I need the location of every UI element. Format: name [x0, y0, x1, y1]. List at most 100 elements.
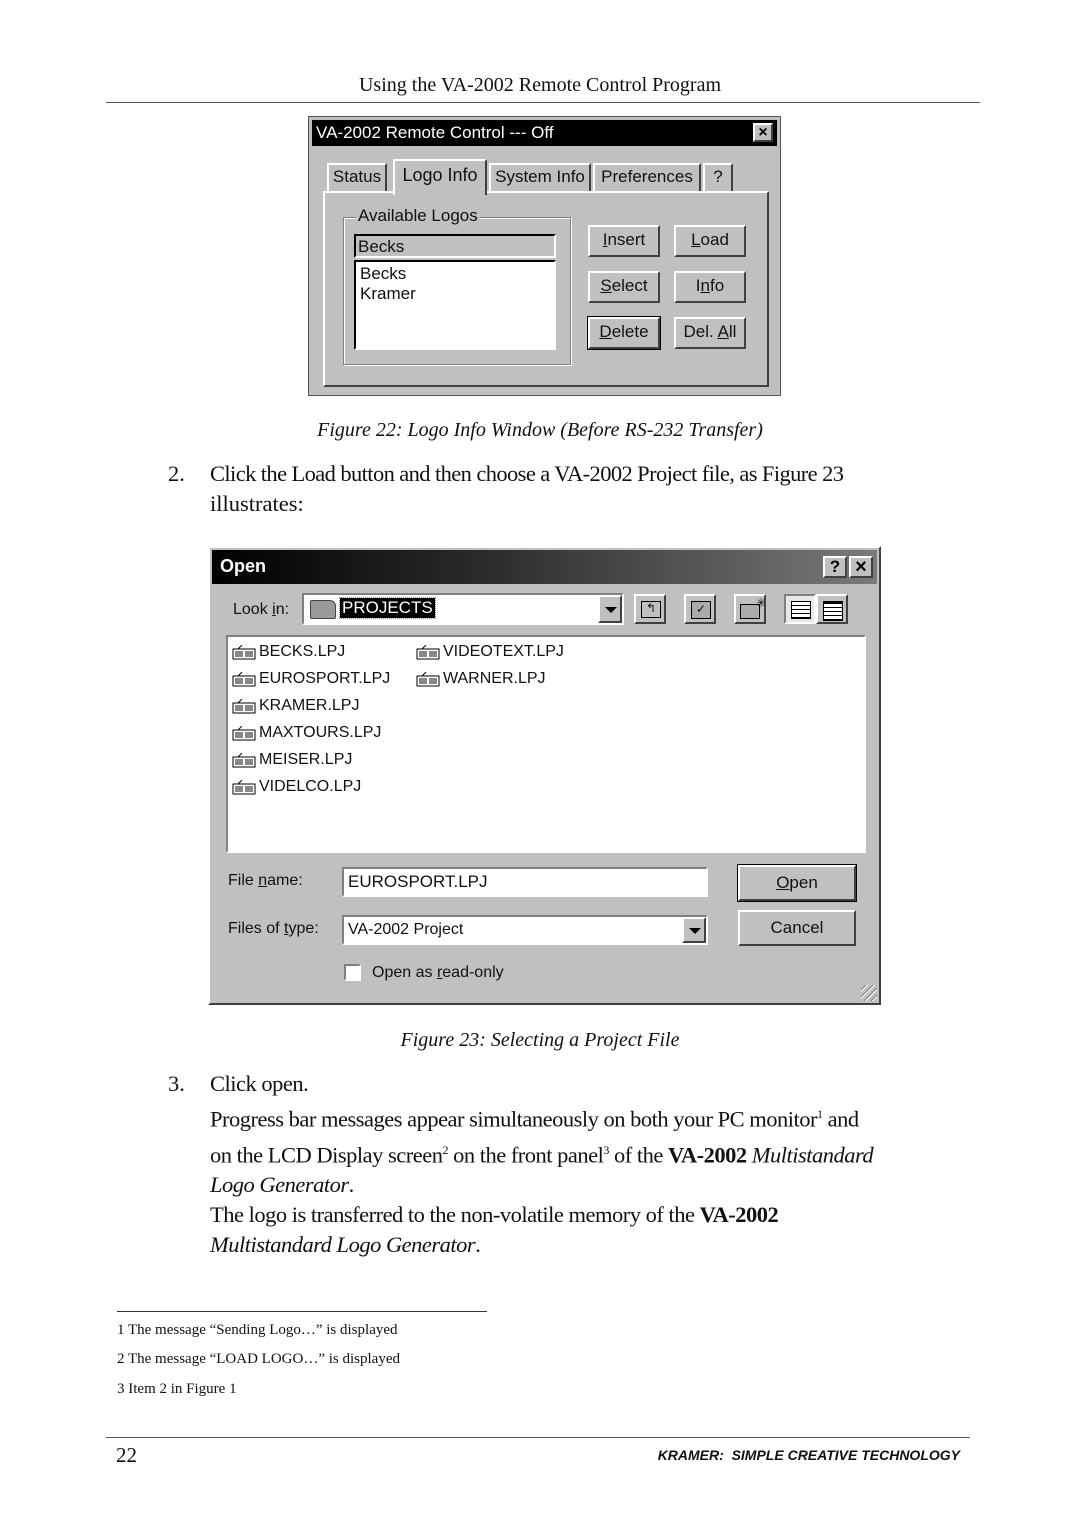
file-name: MAXTOURS.LPJ [259, 724, 382, 741]
file-item[interactable]: MAXTOURS.LPJ [232, 724, 381, 742]
help-icon: ? [829, 557, 841, 576]
step-2-line: illustrates: [210, 491, 304, 516]
new-folder-button[interactable]: ✳ [734, 594, 766, 624]
desktop-button[interactable]: ✓ [684, 594, 716, 624]
dropdown-arrow-button[interactable] [598, 595, 622, 623]
file-name-label: File name: [228, 872, 303, 889]
step-2-number: 2. [168, 461, 185, 486]
open-button[interactable]: Open [737, 864, 857, 902]
insert-button[interactable]: Insert [588, 225, 660, 257]
window-title: Open [220, 556, 267, 576]
figure-23-caption: Figure 23: Selecting a Project File [400, 1029, 680, 1051]
delete-button[interactable]: Delete [587, 316, 661, 350]
tab-label: Status [332, 167, 382, 186]
tab-label: ? [713, 167, 723, 186]
list-item[interactable]: Kramer [360, 284, 416, 304]
step-3-line: Logo Generator. [210, 1172, 354, 1197]
file-item[interactable]: EUROSPORT.LPJ [232, 670, 390, 688]
file-item[interactable]: BECKS.LPJ [232, 643, 345, 661]
open-dialog: Open ? × Look in: PROJECTS ↰ ✓ ✳ BECKS.L… [208, 546, 881, 1005]
footnote-rule [117, 1311, 487, 1312]
selected-logo-text: Becks [358, 237, 405, 256]
read-only-checkbox[interactable] [344, 964, 361, 981]
step-3-number: 3. [168, 1071, 185, 1096]
tab-status[interactable]: Status [327, 163, 387, 191]
tab-label: Logo Info [402, 165, 478, 185]
list-view-button[interactable] [784, 594, 816, 624]
title-bar[interactable]: Open ? × [212, 550, 877, 584]
project-file-icon [232, 698, 257, 714]
tab-preferences[interactable]: Preferences [593, 163, 701, 191]
file-name: VIDELCO.LPJ [259, 778, 362, 795]
step-3-line: on the LCD Display screen2 on the front … [210, 1142, 874, 1167]
close-button[interactable]: × [753, 123, 773, 142]
step-2-line: Click the Load button and then choose a … [210, 461, 844, 486]
info-button[interactable]: Info [674, 271, 746, 303]
logo-listbox[interactable]: Becks Kramer [354, 260, 556, 350]
tab-help[interactable]: ? [703, 163, 733, 191]
file-list[interactable]: BECKS.LPJ EUROSPORT.LPJ KRAMER.LPJ MAXTO… [226, 635, 866, 853]
up-folder-icon: ↰ [641, 601, 661, 618]
running-header: Using the VA-2002 Remote Control Program [358, 74, 722, 96]
file-name-value: EUROSPORT.LPJ [348, 872, 488, 891]
look-in-dropdown[interactable]: PROJECTS [302, 593, 624, 625]
file-item[interactable]: WARNER.LPJ [416, 670, 546, 688]
footnote: 3 Item 2 in Figure 1 [117, 1381, 237, 1397]
selected-logo-field[interactable]: Becks [354, 234, 556, 258]
files-of-type-dropdown[interactable]: VA-2002 Project [342, 915, 708, 945]
file-name: VIDEOTEXT.LPJ [443, 643, 564, 660]
chevron-down-icon [605, 607, 617, 613]
resize-grip-icon[interactable] [861, 985, 877, 1001]
select-button[interactable]: Select [588, 271, 660, 303]
step-3-line: The logo is transferred to the non-volat… [210, 1202, 779, 1227]
footer-rule [106, 1437, 970, 1438]
details-view-button[interactable] [816, 594, 848, 624]
files-of-type-value: VA-2002 Project [348, 921, 464, 938]
tab-label: System Info [495, 167, 585, 186]
files-of-type-label: Files of type: [228, 920, 319, 937]
close-button[interactable]: × [849, 556, 873, 578]
delete-all-button[interactable]: Del. All [674, 317, 746, 349]
file-name: BECKS.LPJ [259, 643, 346, 660]
project-file-icon [232, 752, 257, 768]
title-bar[interactable]: VA-2002 Remote Control --- Off × [312, 120, 777, 146]
footnote: 2 The message “LOAD LOGO…” is displayed [117, 1351, 400, 1367]
sparkle-icon: ✳ [756, 596, 767, 610]
file-name: KRAMER.LPJ [259, 697, 360, 714]
file-name: MEISER.LPJ [259, 751, 353, 768]
figure-22-caption: Figure 22: Logo Info Window (Before RS-2… [317, 419, 763, 441]
look-in-value: PROJECTS [339, 597, 436, 619]
folder-icon [310, 600, 336, 619]
project-file-icon [232, 725, 257, 741]
file-name-input[interactable]: EUROSPORT.LPJ [342, 867, 708, 897]
step-3-line: Progress bar messages appear simultaneou… [210, 1106, 859, 1132]
available-logos-group: Available Logos Becks Becks Kramer [343, 206, 571, 365]
step-3-text: Click open. Progress bar messages appear… [210, 1069, 1010, 1260]
page-number: 22 [116, 1443, 137, 1467]
project-file-icon [232, 671, 257, 687]
list-item[interactable]: Becks [360, 264, 406, 284]
header-rule [106, 102, 980, 103]
dropdown-arrow-button[interactable] [682, 917, 706, 943]
tab-logo-info[interactable]: Logo Info [393, 159, 487, 195]
file-item[interactable]: KRAMER.LPJ [232, 697, 359, 715]
close-icon: × [758, 124, 768, 141]
close-icon: × [855, 556, 867, 578]
tab-system-info[interactable]: System Info [489, 163, 591, 191]
cancel-button[interactable]: Cancel [738, 910, 856, 946]
details-view-icon [823, 601, 843, 621]
look-in-label: Look in: [233, 601, 290, 618]
help-button[interactable]: ? [823, 556, 847, 578]
file-item[interactable]: MEISER.LPJ [232, 751, 352, 769]
read-only-label[interactable]: Open as read-only [372, 964, 504, 982]
step-3-line: Click open. [210, 1071, 309, 1096]
list-view-icon [791, 601, 811, 619]
window-title: VA-2002 Remote Control --- Off [316, 123, 554, 142]
tab-label: Preferences [601, 167, 693, 186]
file-item[interactable]: VIDELCO.LPJ [232, 778, 361, 796]
file-name: WARNER.LPJ [443, 670, 546, 687]
load-button[interactable]: Load [674, 225, 746, 257]
step-2-text: Click the Load button and then choose a … [210, 459, 990, 519]
file-item[interactable]: VIDEOTEXT.LPJ [416, 643, 564, 661]
up-one-level-button[interactable]: ↰ [634, 594, 666, 624]
